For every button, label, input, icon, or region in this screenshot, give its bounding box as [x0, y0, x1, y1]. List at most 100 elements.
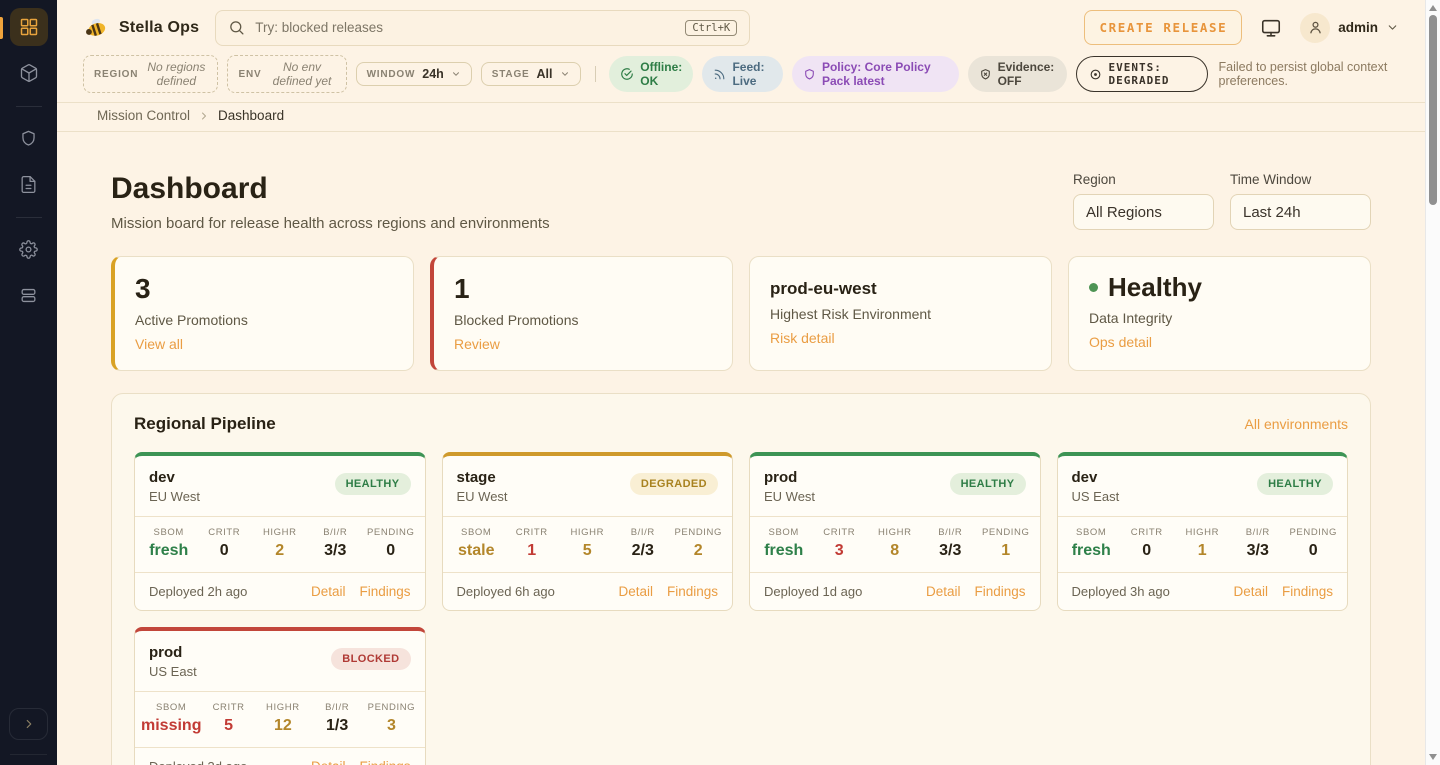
risk-detail-link[interactable]: Risk detail [770, 330, 835, 346]
pipeline-card-prod-us-east: prod US East BLOCKED SBOMmissing CRITR5 … [134, 627, 426, 765]
findings-link[interactable]: Findings [359, 759, 410, 765]
context-alert-message: Failed to persist global context prefere… [1219, 60, 1400, 88]
scroll-down-arrow[interactable] [1429, 754, 1437, 760]
sidebar-item-documents[interactable] [10, 165, 48, 203]
stat-label-highr: HIGHR [252, 527, 308, 538]
time-window-select-label: Time Window [1230, 172, 1371, 187]
findings-link[interactable]: Findings [1282, 584, 1333, 599]
evidence-status-label: Evidence: OFF [998, 60, 1056, 88]
topbar-actions: CREATE RELEASE admin [1084, 10, 1399, 45]
page-title: Dashboard [111, 172, 550, 206]
stat-value-pending: 1 [1001, 542, 1010, 559]
environment-name: stage [457, 469, 508, 486]
sidebar-item-infrastructure[interactable] [10, 276, 48, 314]
user-menu[interactable]: admin [1300, 13, 1399, 43]
keyboard-shortcut-badge: Ctrl+K [685, 20, 737, 36]
sidebar-item-releases[interactable] [10, 54, 48, 92]
search-input[interactable]: Try: blocked releases Ctrl+K [215, 10, 750, 46]
breadcrumb: Mission Control Dashboard [57, 103, 1425, 132]
detail-link[interactable]: Detail [618, 584, 653, 599]
breadcrumb-mission-control[interactable]: Mission Control [97, 108, 190, 123]
detail-link[interactable]: Detail [311, 759, 346, 765]
stat-value-highr: 5 [583, 542, 592, 559]
sidebar-item-settings[interactable] [10, 230, 48, 268]
stat-value-critr: 5 [224, 717, 233, 734]
findings-link[interactable]: Findings [359, 584, 410, 599]
stat-value-bir: 3/3 [939, 542, 961, 559]
environment-name: dev [149, 469, 200, 486]
sidebar-item-dashboard[interactable] [10, 8, 48, 46]
stage-filter-chip[interactable]: STAGE All [481, 62, 581, 86]
stat-label-pending: PENDING [1286, 527, 1342, 538]
sidebar-divider [16, 217, 42, 218]
active-promotions-count: 3 [135, 273, 393, 305]
sidebar-expand-button[interactable] [9, 708, 48, 740]
time-window-select[interactable]: Last 24h [1230, 194, 1371, 230]
grid-icon [19, 17, 39, 37]
stat-label-critr: CRITR [812, 527, 868, 538]
findings-link[interactable]: Findings [974, 584, 1025, 599]
chevron-down-icon [560, 69, 570, 79]
region-chip-value: No regions defined [145, 60, 207, 88]
monitor-icon[interactable] [1260, 17, 1282, 39]
detail-link[interactable]: Detail [926, 584, 961, 599]
sidebar-item-security[interactable] [10, 119, 48, 157]
active-promotions-card: 3 Active Promotions View all [111, 256, 414, 371]
all-environments-link[interactable]: All environments [1245, 416, 1349, 432]
pipeline-card-stage-eu-west: stage EU West DEGRADED SBOMstale CRITR1 … [442, 452, 734, 611]
stat-label-pending: PENDING [978, 527, 1034, 538]
deployed-time: Deployed 2h ago [149, 584, 247, 599]
stat-value-highr: 2 [275, 542, 284, 559]
detail-link[interactable]: Detail [311, 584, 346, 599]
topbar: Stella Ops Try: blocked releases Ctrl+K … [57, 0, 1425, 55]
regional-pipeline-panel: Regional Pipeline All environments dev E… [111, 393, 1371, 765]
stat-label-sbom: SBOM [1064, 527, 1120, 538]
stat-value-bir: 2/3 [632, 542, 654, 559]
ops-detail-link[interactable]: Ops detail [1089, 334, 1152, 350]
vertical-scrollbar[interactable] [1425, 0, 1440, 765]
check-circle-icon [620, 67, 634, 81]
stat-label-sbom: SBOM [449, 527, 505, 538]
stat-label-critr: CRITR [197, 527, 253, 538]
detail-link[interactable]: Detail [1233, 584, 1268, 599]
shield-icon [19, 129, 38, 148]
stage-chip-label: STAGE [492, 69, 530, 80]
stat-value-bir: 1/3 [326, 717, 348, 734]
scroll-up-arrow[interactable] [1429, 5, 1437, 11]
stat-value-highr: 8 [890, 542, 899, 559]
page-header: Dashboard Mission board for release heal… [111, 172, 1371, 232]
stat-value-sbom: stale [458, 542, 494, 559]
deployed-time: Deployed 6h ago [457, 584, 555, 599]
summary-cards: 3 Active Promotions View all 1 Blocked P… [111, 256, 1371, 371]
policy-status-chip: Policy: Core Policy Pack latest [792, 56, 959, 92]
feed-status-label: Feed: Live [732, 60, 772, 88]
status-badge: HEALTHY [335, 473, 411, 495]
stat-label-bir: B/I/R [310, 702, 364, 713]
sidebar [0, 0, 57, 765]
stat-value-bir: 3/3 [324, 542, 346, 559]
environment-name: prod [764, 469, 815, 486]
region-select-label: Region [1073, 172, 1214, 187]
region-name: EU West [457, 489, 508, 504]
review-link[interactable]: Review [454, 336, 500, 352]
deployed-time: Deployed 3h ago [1072, 584, 1170, 599]
environment-name: prod [149, 644, 197, 661]
data-integrity-card: Healthy Data Integrity Ops detail [1068, 256, 1371, 371]
window-filter-chip[interactable]: WINDOW 24h [356, 62, 472, 86]
env-chip-label: ENV [238, 69, 261, 80]
events-degraded-badge: EVENTS: DEGRADED [1076, 56, 1208, 92]
stat-label-highr: HIGHR [1175, 527, 1231, 538]
page-subtitle: Mission board for release health across … [111, 215, 550, 232]
create-release-button[interactable]: CREATE RELEASE [1084, 10, 1242, 45]
env-filter-chip[interactable]: ENV No env defined yet [227, 55, 346, 93]
window-chip-label: WINDOW [367, 69, 416, 80]
view-all-link[interactable]: View all [135, 336, 183, 352]
breadcrumb-dashboard: Dashboard [218, 108, 284, 123]
scrollbar-thumb[interactable] [1429, 15, 1437, 205]
stat-label-bir: B/I/R [308, 527, 364, 538]
region-filter-chip[interactable]: REGION No regions defined [83, 55, 218, 93]
stat-value-critr: 0 [1142, 542, 1151, 559]
findings-link[interactable]: Findings [667, 584, 718, 599]
gear-icon [19, 240, 38, 259]
region-select[interactable]: All Regions [1073, 194, 1214, 230]
